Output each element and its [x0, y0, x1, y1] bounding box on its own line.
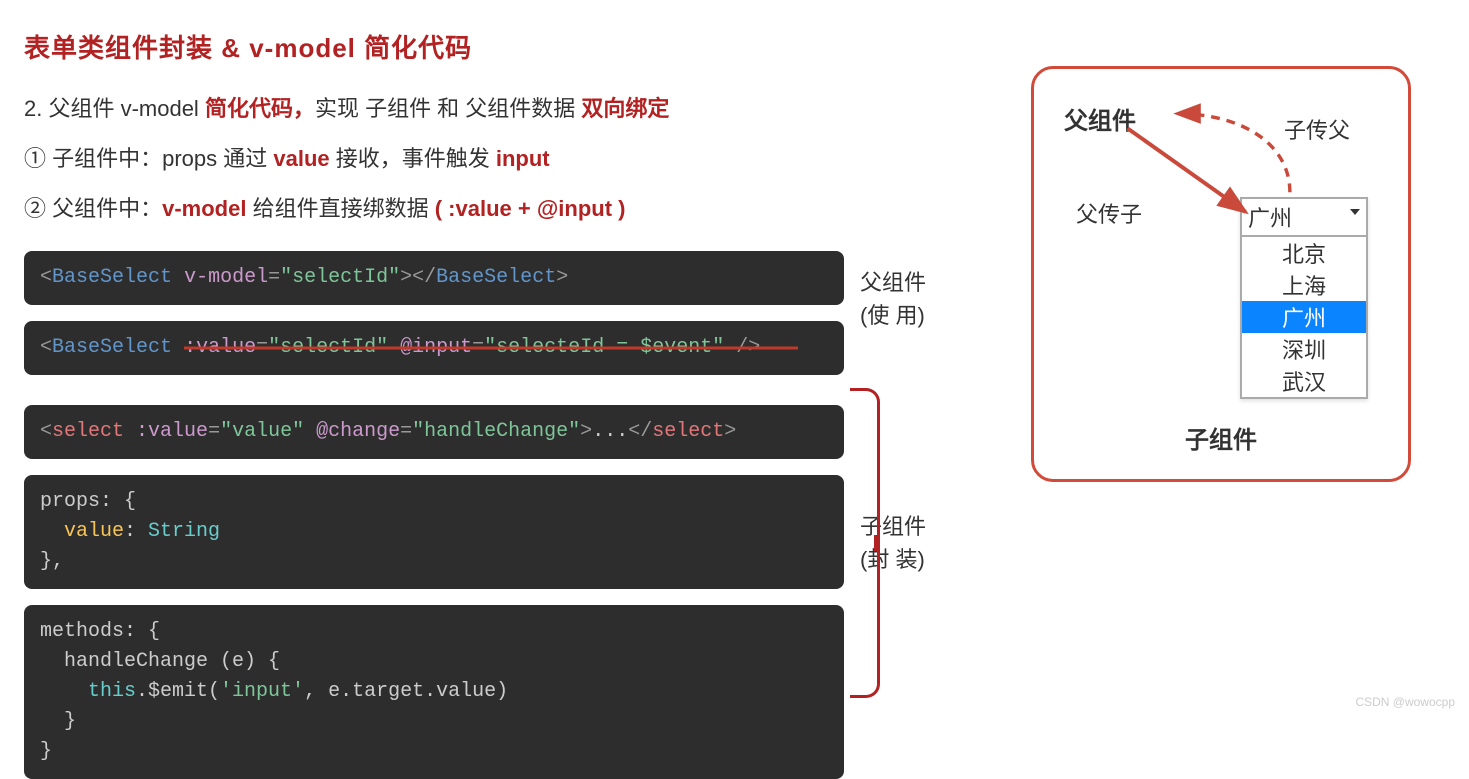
code-token: <	[40, 336, 52, 359]
diagram-child-label: 子组件	[1034, 420, 1408, 455]
text: 父组件	[860, 270, 926, 295]
diagram-parent-to-child: 父传子	[1076, 197, 1142, 229]
code-token	[124, 420, 136, 443]
code-token: "value"	[220, 420, 304, 443]
code-token: <	[40, 420, 52, 443]
code-token: =	[208, 420, 220, 443]
code-token	[304, 420, 316, 443]
brace-icon	[850, 388, 880, 698]
text: 给组件直接绑数据	[246, 196, 434, 221]
text-red: v-model	[162, 196, 246, 221]
code-token: BaseSelect	[52, 266, 172, 289]
select-dropdown[interactable]: 广州 北京 上海 广州 深圳 武汉	[1240, 197, 1368, 399]
text-red: value	[273, 146, 329, 171]
code-token: }	[40, 740, 52, 763]
watermark: CSDN @wowocpp	[1355, 695, 1455, 709]
code-token: handleChange (e) {	[40, 650, 280, 673]
code-token: "	[280, 266, 292, 289]
diagram-child-to-parent: 子传父	[1284, 113, 1350, 145]
code-token: String	[148, 520, 220, 543]
code-token: :	[124, 520, 148, 543]
code-token: BaseSelect	[52, 336, 172, 359]
code-token: "handleChange"	[412, 420, 580, 443]
text: 接收，事件触发	[330, 146, 496, 171]
side-label-parent: 父组件 (使 用)	[860, 266, 926, 332]
code-token: BaseSelect	[436, 266, 556, 289]
select-option[interactable]: 武汉	[1242, 365, 1366, 397]
text: 实现 子组件 和 父组件数据	[315, 96, 581, 121]
select-option-selected[interactable]: 广州	[1242, 301, 1366, 333]
code-token: select	[652, 420, 724, 443]
code-token: props: {	[40, 490, 136, 513]
code-token: </	[412, 266, 436, 289]
code-token: >	[556, 266, 568, 289]
code-parent-expanded: <BaseSelect :value="selectId" @input="se…	[24, 321, 844, 375]
code-token: selectId	[292, 266, 388, 289]
code-token: =	[400, 420, 412, 443]
code-token: v-model	[184, 266, 268, 289]
text: ② 父组件中：	[24, 196, 162, 221]
code-token: "	[388, 266, 400, 289]
code-token: >	[400, 266, 412, 289]
code-token	[40, 680, 88, 703]
code-token: 'input'	[220, 680, 304, 703]
code-token	[172, 336, 184, 359]
select-head[interactable]: 广州	[1242, 199, 1366, 237]
select-option[interactable]: 上海	[1242, 269, 1366, 301]
code-token: methods: {	[40, 620, 160, 643]
code-token: , e.target.value)	[304, 680, 508, 703]
code-token: this	[88, 680, 136, 703]
text: ① 子组件中：props 通过	[24, 146, 273, 171]
code-token	[40, 520, 64, 543]
code-token: >	[724, 420, 736, 443]
strikethrough-line	[184, 347, 798, 350]
code-child-select: <select :value="value" @change="handleCh…	[24, 405, 844, 459]
text-red: 双向绑定	[581, 96, 669, 121]
code-token: .$emit(	[136, 680, 220, 703]
slide-title: 表单类组件封装 & v-model 简化代码	[24, 28, 1445, 65]
code-token: value	[64, 520, 124, 543]
diagram-parent-child: 父组件 子传父 父传子 子组件 广州 北京 上海 广州 深圳 武汉	[1031, 66, 1411, 482]
code-token: }	[40, 710, 76, 733]
code-token: @change	[316, 420, 400, 443]
code-token: =	[268, 266, 280, 289]
text-red: 简化代码，	[205, 96, 315, 121]
code-parent-vmodel: <BaseSelect v-model="selectId"></BaseSel…	[24, 251, 844, 305]
text-red: input	[496, 146, 550, 171]
code-token	[172, 266, 184, 289]
code-token: select	[52, 420, 124, 443]
code-token: </	[628, 420, 652, 443]
code-token: >	[580, 420, 592, 443]
text: 2. 父组件 v-model	[24, 96, 205, 121]
code-token: :value	[136, 420, 208, 443]
text-red: ( :value + @input )	[435, 196, 626, 221]
code-child-methods: methods: { handleChange (e) { this.$emit…	[24, 605, 844, 779]
code-token: },	[40, 550, 64, 573]
select-option[interactable]: 北京	[1242, 237, 1366, 269]
text: (使 用)	[860, 303, 925, 328]
select-option[interactable]: 深圳	[1242, 333, 1366, 365]
code-token: <	[40, 266, 52, 289]
code-token: ...	[592, 420, 628, 443]
code-child-props: props: { value: String },	[24, 475, 844, 589]
